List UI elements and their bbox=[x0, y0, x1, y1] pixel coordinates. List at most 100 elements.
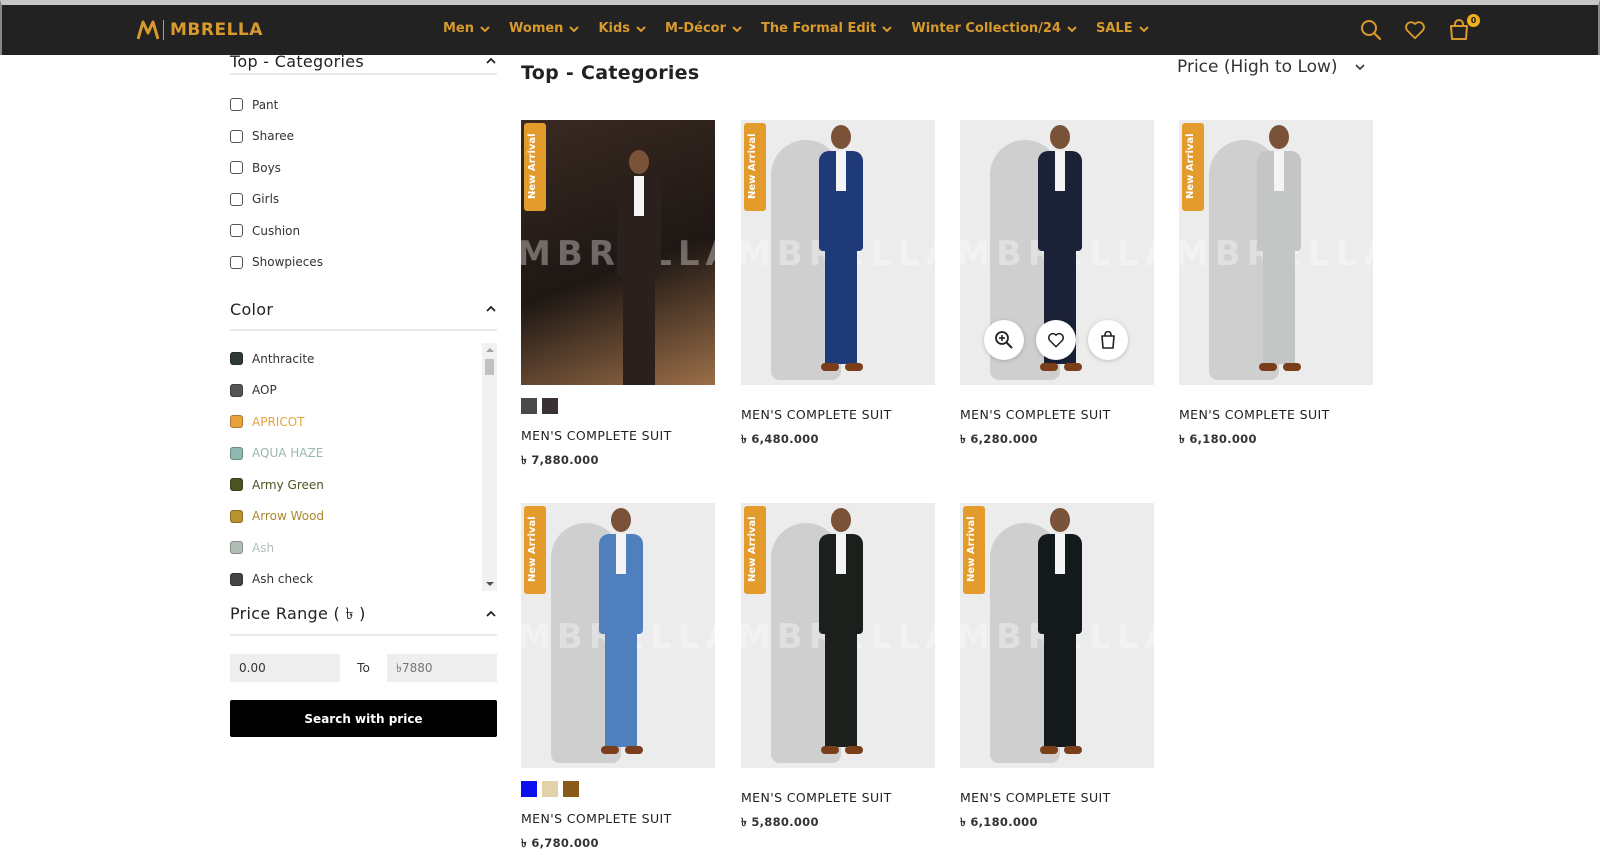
product-price: ৳ 7,880.000 bbox=[521, 453, 599, 467]
product-name[interactable]: MEN'S COMPLETE SUIT bbox=[741, 790, 935, 805]
nav-item-label: The Formal Edit bbox=[761, 21, 877, 36]
product-card[interactable]: MBRELLANew Arrival MEN'S COMPLETE SUIT ৳ 6… bbox=[960, 503, 1154, 833]
product-image[interactable]: MBRELLANew Arrival bbox=[521, 503, 715, 768]
chevron-down-icon bbox=[1067, 25, 1077, 32]
product-color-swatches bbox=[521, 398, 715, 414]
product-color-swatch[interactable] bbox=[542, 781, 558, 797]
product-image[interactable]: MBRELLANew Arrival bbox=[521, 120, 715, 385]
category-option[interactable]: Showpieces bbox=[230, 247, 497, 279]
checkbox[interactable] bbox=[230, 98, 243, 112]
price-to-label: To bbox=[357, 661, 370, 675]
color-swatch[interactable] bbox=[230, 509, 243, 523]
color-option[interactable]: Anthracite bbox=[230, 343, 497, 375]
chevron-up-icon[interactable] bbox=[485, 55, 497, 67]
product-name[interactable]: MEN'S COMPLETE SUIT bbox=[1179, 407, 1373, 422]
max-price-input[interactable] bbox=[387, 654, 497, 682]
chevron-down-icon bbox=[1354, 64, 1365, 71]
nav-item-winter-collection-24[interactable]: Winter Collection/24 bbox=[911, 21, 1078, 36]
checkbox[interactable] bbox=[230, 255, 243, 269]
search-icon[interactable] bbox=[1360, 19, 1386, 45]
color-filter-header[interactable]: Color bbox=[230, 297, 497, 321]
checkbox[interactable] bbox=[230, 161, 243, 175]
color-list-scrollbar[interactable] bbox=[482, 343, 497, 591]
color-option[interactable]: Ash check bbox=[230, 564, 497, 592]
product-card[interactable]: MBRELLANew Arrival MEN'S COMPLETE SUIT ৳ 5… bbox=[741, 503, 935, 833]
category-option[interactable]: Boys bbox=[230, 152, 497, 184]
product-card[interactable]: MBRELLANew Arrival MEN'S COMPLETE SUIT ৳ 6… bbox=[741, 120, 935, 450]
color-option[interactable]: AQUA HAZE bbox=[230, 438, 497, 470]
checkbox[interactable] bbox=[230, 192, 243, 206]
zoom-icon[interactable] bbox=[984, 320, 1024, 360]
new-arrival-label: New Arrival bbox=[1185, 133, 1196, 199]
scrollbar-thumb[interactable] bbox=[485, 359, 494, 375]
nav-item-sale[interactable]: SALE bbox=[1096, 21, 1150, 36]
product-image[interactable]: MBRELLA bbox=[960, 120, 1154, 385]
product-color-swatch[interactable] bbox=[542, 398, 558, 414]
nav-item-m-d-cor[interactable]: M-Décor bbox=[665, 21, 743, 36]
sort-dropdown[interactable]: Price (High to Low) bbox=[1177, 57, 1366, 77]
color-swatch[interactable] bbox=[230, 383, 243, 397]
color-swatch[interactable] bbox=[230, 415, 243, 429]
product-image[interactable]: MBRELLANew Arrival bbox=[960, 503, 1154, 768]
brand-logo[interactable]: MBRELLA bbox=[136, 18, 263, 42]
nav-item-men[interactable]: Men bbox=[443, 21, 491, 36]
product-card[interactable]: MBRELLA MEN'S COMPLETE SUIT ৳ 6,280.000 bbox=[960, 120, 1154, 450]
category-option[interactable]: Sharee bbox=[230, 121, 497, 153]
checkbox[interactable] bbox=[230, 129, 243, 143]
shoe bbox=[1283, 363, 1301, 371]
product-name[interactable]: MEN'S COMPLETE SUIT bbox=[741, 407, 935, 422]
product-name[interactable]: MEN'S COMPLETE SUIT bbox=[960, 790, 1154, 805]
category-option[interactable]: Pant bbox=[230, 89, 497, 121]
color-option[interactable]: APRICOT bbox=[230, 406, 497, 438]
nav-item-label: Winter Collection/24 bbox=[911, 21, 1061, 36]
color-option-label: Arrow Wood bbox=[252, 509, 325, 524]
categories-filter-header[interactable]: Top - Categories bbox=[230, 49, 497, 73]
color-swatch[interactable] bbox=[230, 352, 243, 366]
color-swatch[interactable] bbox=[230, 478, 243, 492]
product-card[interactable]: MBRELLANew Arrival MEN'S COMPLETE SUIT ৳ 7… bbox=[521, 120, 715, 471]
product-image[interactable]: MBRELLANew Arrival bbox=[1179, 120, 1373, 385]
product-color-swatch[interactable] bbox=[563, 781, 579, 797]
wishlist-heart-icon[interactable] bbox=[1036, 320, 1076, 360]
price-filter-header[interactable]: Price Range ( ৳ ) bbox=[230, 602, 497, 626]
scroll-up-arrow-icon[interactable] bbox=[486, 348, 494, 352]
product-name[interactable]: MEN'S COMPLETE SUIT bbox=[521, 811, 715, 826]
category-option[interactable]: Girls bbox=[230, 184, 497, 216]
color-option[interactable]: Army Green bbox=[230, 469, 497, 501]
nav-item-kids[interactable]: Kids bbox=[598, 21, 647, 36]
chevron-up-icon[interactable] bbox=[485, 303, 497, 315]
chevron-up-icon[interactable] bbox=[485, 608, 497, 620]
search-with-price-button[interactable]: Search with price bbox=[230, 700, 497, 737]
color-option-label: Army Green bbox=[252, 477, 324, 492]
color-option-list: Anthracite AOP APRICOT AQUA HAZE Army Green A… bbox=[230, 343, 497, 591]
product-image[interactable]: MBRELLANew Arrival bbox=[741, 120, 935, 385]
product-card[interactable]: MBRELLANew Arrival MEN'S COMPLETE SUIT ৳ 6… bbox=[521, 503, 715, 854]
product-image[interactable]: MBRELLANew Arrival bbox=[741, 503, 935, 768]
checkbox[interactable] bbox=[230, 224, 243, 238]
min-price-input[interactable] bbox=[230, 654, 340, 682]
heart-icon[interactable] bbox=[1404, 19, 1430, 45]
category-option[interactable]: Cushion bbox=[230, 215, 497, 247]
color-option[interactable]: Arrow Wood bbox=[230, 501, 497, 533]
color-swatch[interactable] bbox=[230, 446, 243, 460]
product-color-swatch[interactable] bbox=[521, 781, 537, 797]
color-option[interactable]: AOP bbox=[230, 375, 497, 407]
product-name[interactable]: MEN'S COMPLETE SUIT bbox=[960, 407, 1154, 422]
color-option[interactable]: Ash bbox=[230, 532, 497, 564]
cart-icon[interactable]: 0 bbox=[1448, 14, 1480, 45]
nav-icon-group: 0 bbox=[1360, 14, 1492, 45]
product-price: ৳ 6,280.000 bbox=[960, 432, 1038, 446]
color-swatch[interactable] bbox=[230, 541, 243, 555]
nav-item-women[interactable]: Women bbox=[509, 21, 580, 36]
price-range-filter: Price Range ( ৳ ) To Search with price bbox=[230, 602, 497, 737]
nav-item-the-formal-edit[interactable]: The Formal Edit bbox=[761, 21, 893, 36]
add-to-cart-bag-icon[interactable] bbox=[1088, 320, 1128, 360]
color-option-label: APRICOT bbox=[252, 414, 305, 429]
product-name[interactable]: MEN'S COMPLETE SUIT bbox=[521, 428, 715, 443]
model-figure bbox=[611, 150, 667, 385]
product-color-swatch[interactable] bbox=[521, 398, 537, 414]
product-card[interactable]: MBRELLANew Arrival MEN'S COMPLETE SUIT ৳ 6… bbox=[1179, 120, 1373, 450]
color-swatch[interactable] bbox=[230, 572, 243, 586]
color-filter: Color Anthracite AOP APRICOT AQUA HAZE Army … bbox=[230, 297, 497, 591]
scroll-down-arrow-icon[interactable] bbox=[486, 582, 494, 586]
